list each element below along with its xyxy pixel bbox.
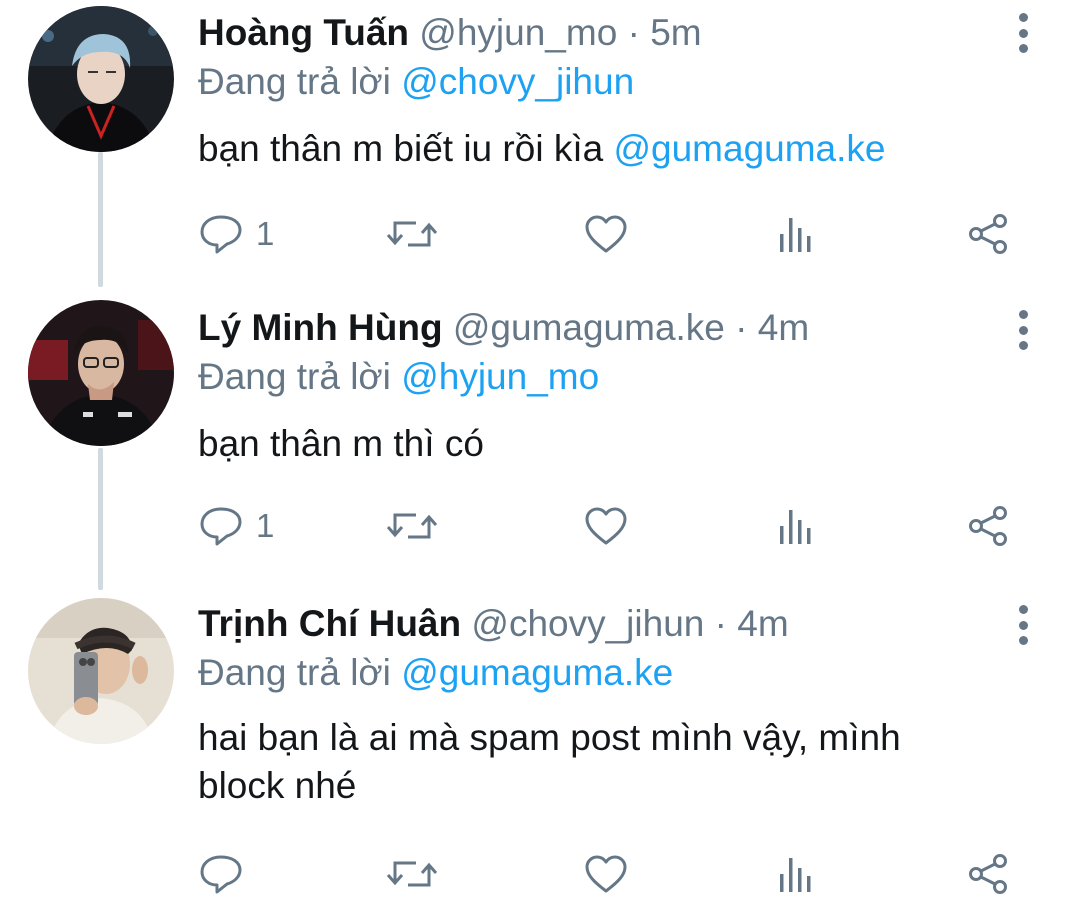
like-button[interactable]	[584, 502, 628, 550]
tweet-header: Hoàng Tuấn @hyjun_mo · 5m	[198, 10, 1010, 56]
reply-count: 1	[256, 507, 275, 544]
tweet-text-plain: bạn thân m thì có	[198, 423, 484, 464]
tweet-text-line: hai bạn là ai mà spam post mình vậy, mìn…	[198, 717, 901, 758]
more-options-icon[interactable]	[1016, 13, 1030, 53]
replying-to-mention[interactable]: @gumaguma.ke	[401, 652, 673, 693]
tweet-actions: 1	[198, 502, 1018, 550]
separator-dot: ·	[627, 12, 640, 53]
share-icon	[969, 506, 1007, 546]
analytics-icon	[780, 218, 811, 252]
avatar[interactable]	[28, 598, 174, 744]
share-icon	[969, 854, 1007, 894]
user-handle[interactable]: @hyjun_mo	[419, 12, 617, 53]
more-options-icon[interactable]	[1016, 605, 1030, 645]
more-options-icon[interactable]	[1016, 310, 1030, 350]
tweet-text: bạn thân m thì có	[198, 420, 1010, 468]
timestamp[interactable]: 4m	[758, 307, 809, 348]
display-name[interactable]: Trịnh Chí Huân	[198, 603, 461, 644]
tweet-header: Trịnh Chí Huân @chovy_jihun · 4m	[198, 601, 1010, 647]
analytics-icon	[780, 510, 811, 544]
avatar[interactable]	[28, 6, 174, 152]
like-icon	[585, 507, 627, 545]
share-button[interactable]	[968, 502, 1010, 550]
separator-dot: ·	[714, 603, 727, 644]
tweet-actions	[198, 850, 1018, 898]
avatar[interactable]	[28, 300, 174, 446]
reply-icon	[200, 855, 242, 894]
timestamp[interactable]: 5m	[650, 12, 701, 53]
share-icon	[969, 214, 1007, 254]
user-handle[interactable]: @chovy_jihun	[471, 603, 704, 644]
reply-button[interactable]	[198, 850, 256, 898]
display-name[interactable]: Hoàng Tuấn	[198, 12, 409, 53]
analytics-icon	[780, 858, 811, 892]
tweet-text: hai bạn là ai mà spam post mình vậy, mìn…	[198, 714, 1010, 810]
analytics-button[interactable]	[778, 502, 814, 550]
tweet-text-plain: bạn thân m biết iu rồi kìa	[198, 128, 614, 169]
tweet-text-mention[interactable]: @gumaguma.ke	[613, 128, 885, 169]
tweet-text-line: block nhé	[198, 765, 357, 806]
replying-to-label: Đang trả lời	[198, 652, 391, 693]
user-handle[interactable]: @gumaguma.ke	[453, 307, 725, 348]
replying-to-line: Đang trả lời @chovy_jihun	[198, 59, 1010, 105]
retweet-icon	[386, 221, 438, 247]
analytics-button[interactable]	[778, 850, 814, 898]
replying-to-mention[interactable]: @chovy_jihun	[401, 61, 634, 102]
analytics-button[interactable]	[778, 210, 814, 258]
reply-button[interactable]: 1	[198, 502, 274, 550]
tweet[interactable]: Hoàng Tuấn @hyjun_mo · 5m Đang trả lời @…	[0, 0, 1080, 290]
retweet-button[interactable]	[386, 850, 438, 898]
like-icon	[585, 855, 627, 893]
tweet[interactable]: Trịnh Chí Huân @chovy_jihun · 4m Đang tr…	[0, 592, 1080, 911]
reply-icon	[200, 507, 242, 546]
timestamp[interactable]: 4m	[737, 603, 788, 644]
retweet-button[interactable]	[386, 502, 438, 550]
replying-to-mention[interactable]: @hyjun_mo	[401, 356, 599, 397]
separator-dot: ·	[735, 307, 748, 348]
tweet-actions: 1	[198, 210, 1018, 258]
like-icon	[585, 215, 627, 253]
share-button[interactable]	[968, 850, 1010, 898]
like-button[interactable]	[584, 210, 628, 258]
retweet-button[interactable]	[386, 210, 438, 258]
reply-button[interactable]: 1	[198, 210, 274, 258]
tweet-text: bạn thân m biết iu rồi kìa @gumaguma.ke	[198, 125, 1010, 173]
replying-to-line: Đang trả lời @hyjun_mo	[198, 354, 1010, 400]
retweet-icon	[386, 513, 438, 539]
replying-to-line: Đang trả lời @gumaguma.ke	[198, 650, 1010, 696]
replying-to-label: Đang trả lời	[198, 61, 391, 102]
replying-to-label: Đang trả lời	[198, 356, 391, 397]
reply-count: 1	[256, 215, 275, 252]
tweet-header: Lý Minh Hùng @gumaguma.ke · 4m	[198, 305, 1010, 351]
like-button[interactable]	[584, 850, 628, 898]
display-name[interactable]: Lý Minh Hùng	[198, 307, 443, 348]
tweet[interactable]: Lý Minh Hùng @gumaguma.ke · 4m Đang trả …	[0, 296, 1080, 586]
reply-icon	[200, 215, 242, 254]
retweet-icon	[386, 861, 438, 887]
share-button[interactable]	[968, 210, 1010, 258]
